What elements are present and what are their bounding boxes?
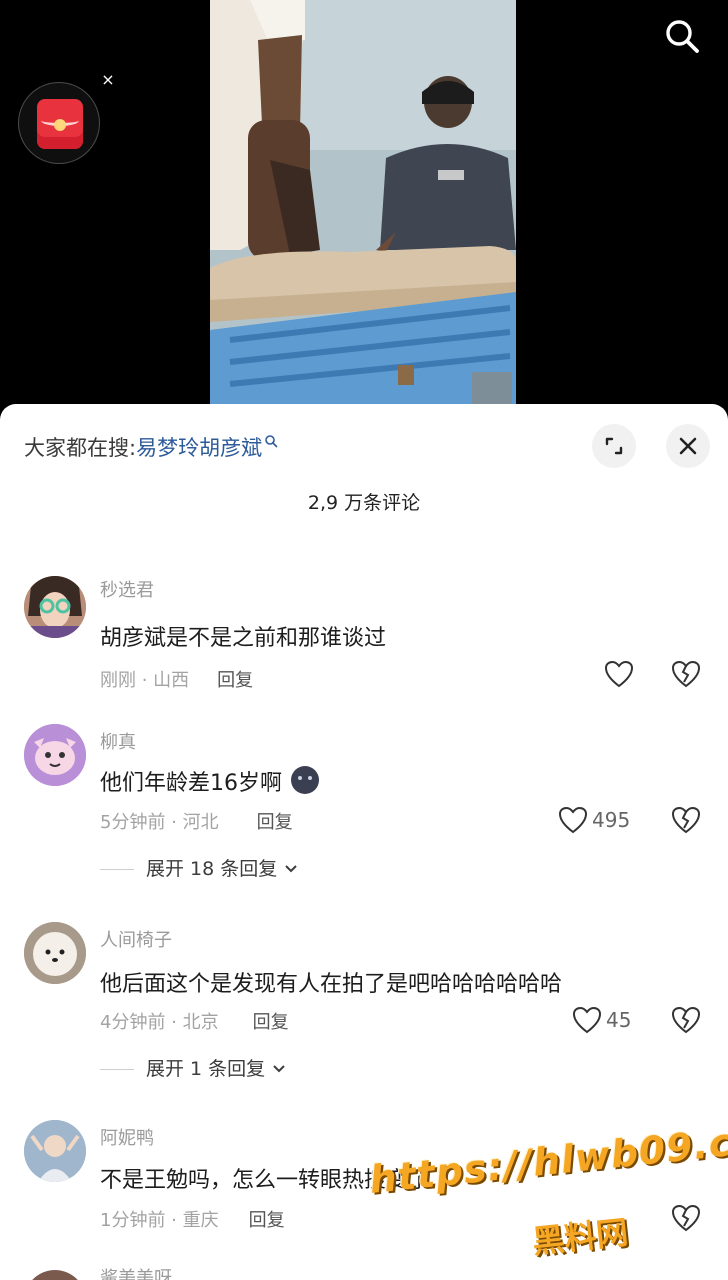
video-scene: [210, 0, 516, 405]
comment-text: 他后面这个是发现有人在拍了是吧哈哈哈哈哈哈: [100, 972, 563, 997]
expand-replies-label: 展开 1 条回复: [146, 1058, 266, 1080]
comment-username[interactable]: 柳真: [100, 728, 136, 754]
broken-heart-icon: [671, 1006, 701, 1034]
comment-text: 他们年龄差16岁啊: [100, 764, 321, 797]
avatar[interactable]: [24, 1270, 86, 1280]
reply-button[interactable]: 回复: [249, 1210, 285, 1231]
avatar[interactable]: [24, 576, 86, 638]
comment-text-content: 他们年龄差16岁啊: [100, 771, 282, 796]
comment-time-location: 5分钟前 · 河北: [100, 812, 219, 833]
chevron-down-icon: [273, 1065, 285, 1073]
emoji-icon: [291, 766, 319, 794]
comment-time-location: 刚刚 · 山西: [100, 670, 190, 691]
comment-username[interactable]: 阿妮鸭: [100, 1124, 154, 1150]
divider-line: [100, 1069, 134, 1070]
close-icon: [679, 437, 697, 455]
comment-time-location: 4分钟前 · 北京: [100, 1012, 219, 1033]
comment-count: 2,9 万条评论: [307, 492, 421, 514]
heart-icon: [572, 1006, 602, 1034]
expand-replies-label: 展开 18 条回复: [146, 858, 278, 880]
like-button[interactable]: [604, 660, 634, 688]
video-player[interactable]: ×: [0, 0, 728, 420]
dislike-button[interactable]: [671, 1204, 701, 1232]
comment-item: 酱美美呀: [0, 1262, 728, 1280]
red-envelope-graphic: [37, 99, 83, 149]
avatar[interactable]: [24, 1120, 86, 1182]
sheet-header: 大家都在搜:易梦玲胡彦斌: [0, 404, 728, 488]
red-envelope-icon[interactable]: [18, 82, 100, 164]
comment-item: 阿妮鸭 不是王勉吗，怎么一转眼热搜变了 1分钟前 · 重庆 回复: [0, 1120, 728, 1250]
hot-search-prefix: 大家都在搜:: [24, 436, 137, 460]
comment-item: 秒选君 胡彦斌是不是之前和那谁谈过 刚刚 · 山西 回复: [0, 576, 728, 696]
comment-text: 胡彦斌是不是之前和那谁谈过: [100, 626, 387, 651]
dislike-button[interactable]: [671, 660, 701, 688]
close-button[interactable]: [666, 424, 710, 468]
comment-username[interactable]: 酱美美呀: [100, 1264, 172, 1280]
avatar[interactable]: [24, 724, 86, 786]
expand-icon: [605, 437, 623, 455]
expand-replies-button[interactable]: 展开 18 条回复: [100, 854, 299, 881]
comment-meta: 刚刚 · 山西 回复: [100, 666, 253, 692]
heart-icon: [558, 806, 588, 834]
chevron-down-icon: [285, 865, 298, 873]
avatar[interactable]: [24, 922, 86, 984]
hot-search-term[interactable]: 易梦玲胡彦斌: [136, 436, 262, 460]
search-icon: [265, 435, 278, 448]
comment-item: 人间椅子 他后面这个是发现有人在拍了是吧哈哈哈哈哈哈 4分钟前 · 北京 回复 4…: [0, 922, 728, 1082]
heart-icon: [604, 660, 634, 688]
comment-meta: 5分钟前 · 河北 回复: [100, 808, 293, 834]
comment-username[interactable]: 秒选君: [100, 576, 154, 602]
close-icon[interactable]: ×: [98, 70, 118, 90]
broken-heart-icon: [671, 1204, 701, 1232]
comment-meta: 4分钟前 · 北京 回复: [100, 1008, 289, 1034]
broken-heart-icon: [671, 806, 701, 834]
comment-text: 不是王勉吗，怎么一转眼热搜变了: [100, 1168, 431, 1193]
reply-button[interactable]: 回复: [257, 812, 293, 833]
like-button[interactable]: [558, 806, 588, 834]
comment-sheet: 大家都在搜:易梦玲胡彦斌 2,9 万条评论 秒选君 胡彦斌是不是之前和那谁谈过 …: [0, 404, 728, 1280]
comment-username[interactable]: 人间椅子: [100, 926, 172, 952]
like-count: 495: [592, 808, 631, 832]
reply-button[interactable]: 回复: [217, 670, 253, 691]
comment-time-location: 1分钟前 · 重庆: [100, 1210, 219, 1231]
like-count: 45: [606, 1008, 632, 1032]
dislike-button[interactable]: [671, 806, 701, 834]
search-icon[interactable]: [660, 14, 704, 58]
comment-item: 柳真 他们年龄差16岁啊 5分钟前 · 河北 回复 495 展开 18 条回复: [0, 724, 728, 884]
video-frame[interactable]: [210, 0, 516, 405]
expand-replies-button[interactable]: 展开 1 条回复: [100, 1054, 287, 1081]
reply-button[interactable]: 回复: [253, 1012, 289, 1033]
expand-button[interactable]: [592, 424, 636, 468]
dislike-button[interactable]: [671, 1006, 701, 1034]
hot-search-link[interactable]: 大家都在搜:易梦玲胡彦斌: [24, 432, 278, 462]
broken-heart-icon: [671, 660, 701, 688]
divider-line: [100, 869, 134, 870]
like-button[interactable]: [572, 1006, 602, 1034]
comment-meta: 1分钟前 · 重庆 回复: [100, 1206, 285, 1232]
